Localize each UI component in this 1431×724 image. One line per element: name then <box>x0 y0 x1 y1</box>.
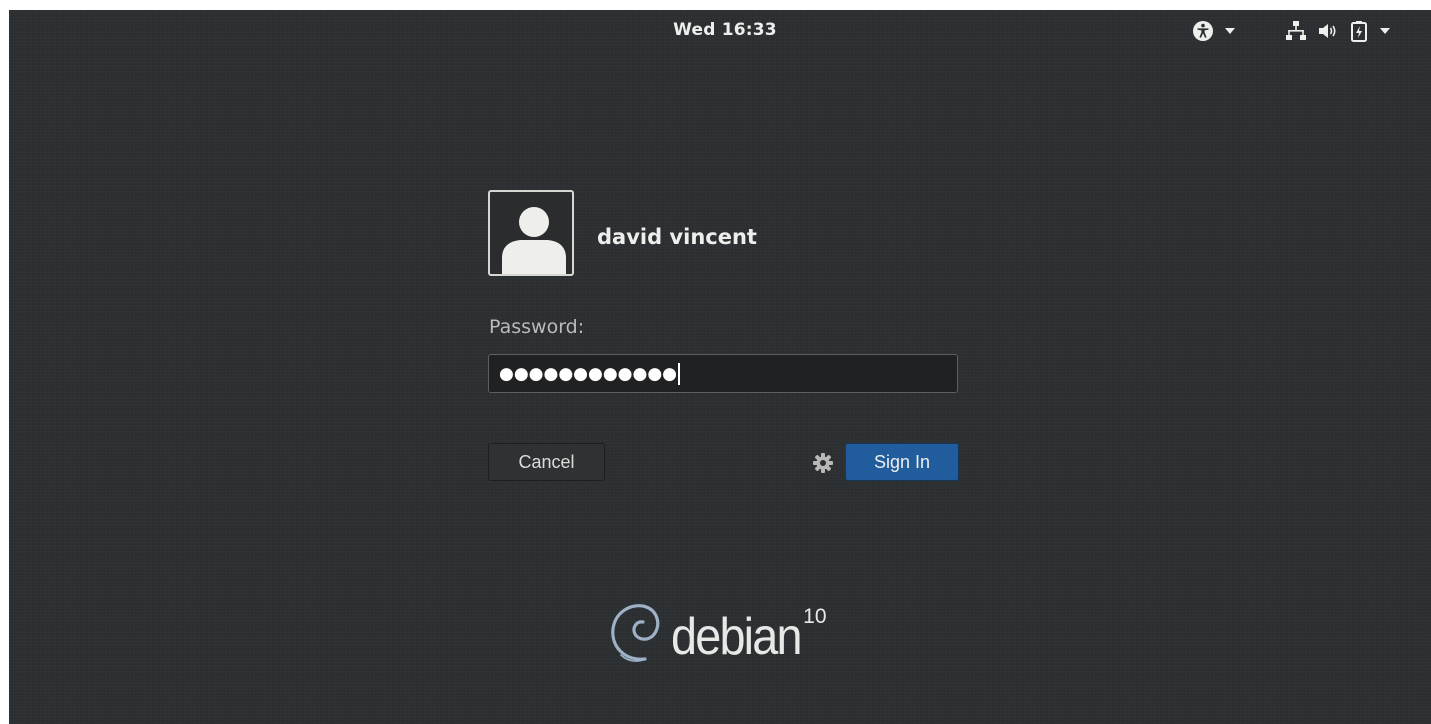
battery-icon <box>1349 20 1369 42</box>
accessibility-menu[interactable] <box>1192 20 1236 42</box>
user-avatar-icon <box>490 192 572 274</box>
accessibility-icon <box>1192 20 1214 42</box>
sign-in-button[interactable]: Sign In <box>845 443 959 481</box>
avatar <box>488 190 574 276</box>
debian-logo: debian 10 <box>607 595 827 675</box>
top-bar: Wed 16:33 <box>9 10 1431 50</box>
debian-version: 10 <box>803 605 827 628</box>
network-icon <box>1285 20 1307 42</box>
debian-wordmark: debian <box>671 608 803 666</box>
gear-icon[interactable] <box>812 452 834 474</box>
password-field[interactable]: ●●●●●●●●●●●● <box>488 354 958 393</box>
system-menu[interactable] <box>1285 20 1391 42</box>
text-cursor <box>678 362 681 385</box>
username: david vincent <box>597 225 757 249</box>
debian-swirl-icon <box>607 599 667 673</box>
chevron-down-icon <box>1379 27 1391 35</box>
password-value: ●●●●●●●●●●●● <box>499 363 678 384</box>
login-screen: Wed 16:33 david vincent Password: ●●●●●●… <box>9 10 1431 724</box>
cancel-button[interactable]: Cancel <box>488 443 605 481</box>
volume-icon <box>1317 20 1339 42</box>
password-label: Password: <box>489 316 585 338</box>
chevron-down-icon <box>1224 27 1236 35</box>
